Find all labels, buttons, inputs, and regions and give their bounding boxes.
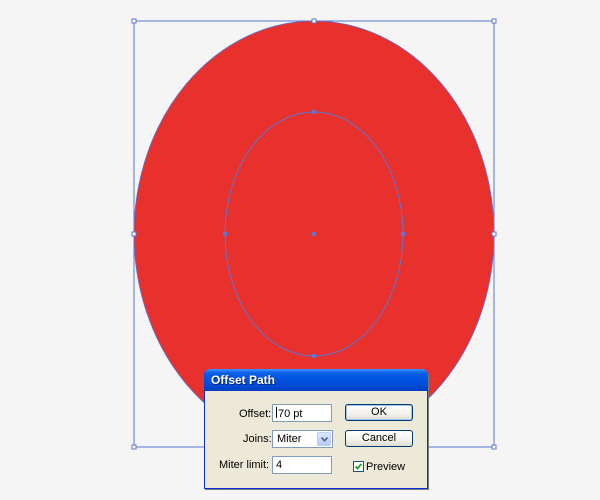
- chevron-down-icon[interactable]: [317, 432, 331, 446]
- bbox-handle-middle-left[interactable]: [131, 231, 137, 237]
- text-caret: [276, 407, 277, 418]
- offset-label: Offset:: [239, 408, 272, 420]
- checkmark-icon: [354, 463, 363, 470]
- bbox-handle-top-left[interactable]: [131, 18, 137, 24]
- offset-path-dialog: Offset Path Offset: 70 pt Joins: Miter M…: [204, 369, 428, 489]
- preview-label[interactable]: Preview: [366, 461, 405, 473]
- anchor-point-bottom[interactable]: [312, 354, 316, 358]
- anchor-point-right[interactable]: [401, 232, 405, 236]
- offset-input[interactable]: 70 pt: [272, 404, 332, 422]
- center-point: [312, 232, 316, 236]
- miter-limit-input[interactable]: 4: [272, 456, 332, 474]
- dialog-titlebar[interactable]: Offset Path: [204, 369, 428, 391]
- preview-checkbox[interactable]: [353, 461, 364, 472]
- anchor-point-left[interactable]: [223, 232, 227, 236]
- bbox-handle-top-center[interactable]: [311, 18, 317, 24]
- bbox-handle-middle-right[interactable]: [491, 231, 497, 237]
- bbox-handle-top-right[interactable]: [491, 18, 497, 24]
- joins-label: Joins:: [243, 433, 272, 445]
- miter-limit-label: Miter limit:: [219, 459, 270, 471]
- ok-button[interactable]: OK: [345, 404, 413, 421]
- cancel-button[interactable]: Cancel: [345, 430, 413, 447]
- miter-limit-value: 4: [276, 459, 283, 471]
- offset-value: 70 pt: [278, 408, 303, 420]
- joins-value: Miter: [277, 433, 302, 445]
- bbox-handle-bottom-right[interactable]: [491, 444, 497, 450]
- bbox-handle-bottom-left[interactable]: [131, 444, 137, 450]
- joins-select[interactable]: Miter: [272, 430, 333, 448]
- anchor-point-top[interactable]: [312, 110, 316, 114]
- dialog-title: Offset Path: [211, 373, 276, 387]
